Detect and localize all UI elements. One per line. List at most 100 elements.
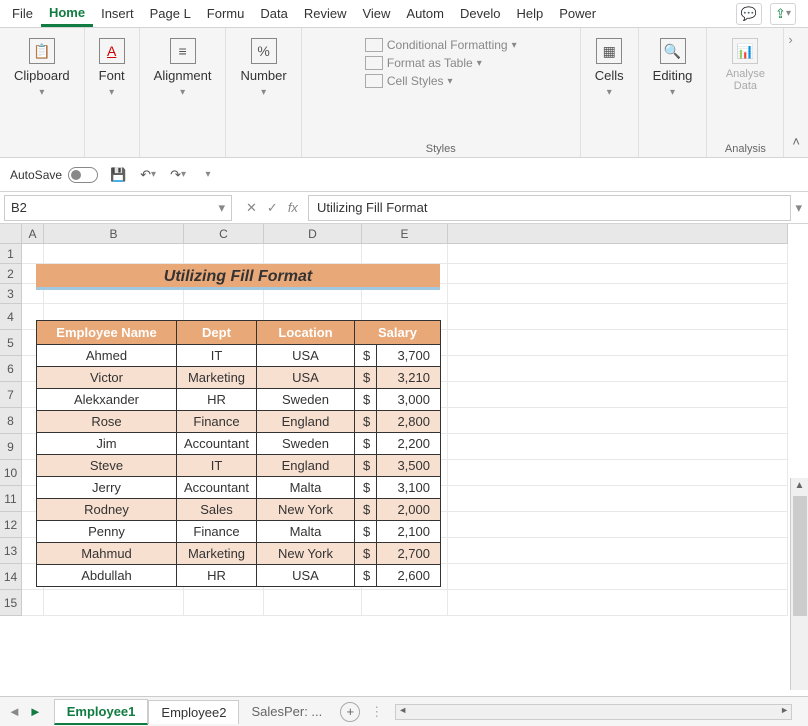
cell-dept[interactable]: HR [177,565,257,587]
cell-currency[interactable]: $ [355,565,377,587]
tab-developer[interactable]: Develo [452,2,508,25]
sheet-nav-next[interactable]: ► [29,704,42,719]
cell-name[interactable]: Alekxander [37,389,177,411]
col-header-d[interactable]: D [264,224,362,244]
tab-data[interactable]: Data [252,2,295,25]
row-header[interactable]: 15 [0,590,22,616]
editing-button[interactable]: 🔍 Editing ▾ [647,34,699,102]
name-box[interactable]: B2 ▾ [4,195,232,221]
cell-currency[interactable]: $ [355,345,377,367]
cell-name[interactable]: Abdullah [37,565,177,587]
tab-pagelayout[interactable]: Page L [142,2,199,25]
cell-name[interactable]: Jim [37,433,177,455]
cell-dept[interactable]: Sales [177,499,257,521]
table-row[interactable]: AbdullahHRUSA$2,600 [37,565,441,587]
cell-loc[interactable]: New York [257,499,355,521]
row-header[interactable]: 8 [0,408,22,434]
row-header[interactable]: 6 [0,356,22,382]
title-banner[interactable]: Utilizing Fill Format [36,264,440,290]
table-row[interactable]: VictorMarketingUSA$3,210 [37,367,441,389]
row-header[interactable]: 13 [0,538,22,564]
th-employee-name[interactable]: Employee Name [37,321,177,345]
select-all-button[interactable] [0,224,22,244]
undo-button[interactable]: ↶▾ [138,165,158,185]
cell-dept[interactable]: Marketing [177,543,257,565]
col-header-e[interactable]: E [362,224,448,244]
row-header[interactable]: 5 [0,330,22,356]
cell-currency[interactable]: $ [355,543,377,565]
cell-name[interactable]: Penny [37,521,177,543]
cells-button[interactable]: ▦ Cells ▾ [589,34,630,102]
analyse-data-button[interactable]: 📊 Analyse Data [715,34,775,96]
row-header[interactable]: 3 [0,284,22,304]
row-header[interactable]: 9 [0,434,22,460]
cell-salary[interactable]: 3,700 [377,345,441,367]
table-row[interactable]: PennyFinanceMalta$2,100 [37,521,441,543]
cell-loc[interactable]: Sweden [257,389,355,411]
cell-loc[interactable]: Sweden [257,433,355,455]
table-row[interactable]: JimAccountantSweden$2,200 [37,433,441,455]
cell-dept[interactable]: Finance [177,411,257,433]
cell-salary[interactable]: 2,100 [377,521,441,543]
ribbon-overflow-button[interactable]: › [788,32,804,47]
font-button[interactable]: A Font ▾ [93,34,131,102]
col-header-b[interactable]: B [44,224,184,244]
clipboard-button[interactable]: 📋 Clipboard ▾ [8,34,76,102]
comments-button[interactable]: 💬 [736,3,762,25]
cell-salary[interactable]: 3,000 [377,389,441,411]
cell-name[interactable]: Mahmud [37,543,177,565]
table-row[interactable]: AlekxanderHRSweden$3,000 [37,389,441,411]
th-location[interactable]: Location [257,321,355,345]
cell-loc[interactable]: England [257,455,355,477]
cell-name[interactable]: Jerry [37,477,177,499]
cell-currency[interactable]: $ [355,389,377,411]
cell-currency[interactable]: $ [355,477,377,499]
cell-salary[interactable]: 2,200 [377,433,441,455]
cell-loc[interactable]: USA [257,367,355,389]
vertical-scrollbar[interactable]: ▲ ▼ [790,478,808,690]
row-header[interactable]: 12 [0,512,22,538]
sheet-nav-prev[interactable]: ◄ [8,704,21,719]
tab-help[interactable]: Help [508,2,551,25]
cell-styles-button[interactable]: Cell Styles▾ [365,74,517,88]
cell-loc[interactable]: Malta [257,477,355,499]
table-row[interactable]: RodneySalesNew York$2,000 [37,499,441,521]
share-button[interactable]: ⇪▾ [770,3,796,25]
cell-name[interactable]: Ahmed [37,345,177,367]
cell-currency[interactable]: $ [355,455,377,477]
row-header[interactable]: 7 [0,382,22,408]
tab-view[interactable]: View [354,2,398,25]
cell-currency[interactable]: $ [355,411,377,433]
table-row[interactable]: AhmedITUSA$3,700 [37,345,441,367]
cell-salary[interactable]: 3,500 [377,455,441,477]
col-header-c[interactable]: C [184,224,264,244]
cell-dept[interactable]: HR [177,389,257,411]
row-header[interactable]: 10 [0,460,22,486]
table-row[interactable]: RoseFinanceEngland$2,800 [37,411,441,433]
cell-name[interactable]: Victor [37,367,177,389]
cell-currency[interactable]: $ [355,499,377,521]
cell-salary[interactable]: 2,600 [377,565,441,587]
cell-dept[interactable]: IT [177,345,257,367]
formula-input[interactable]: Utilizing Fill Format [308,195,792,221]
cell-loc[interactable]: USA [257,565,355,587]
qat-customize-button[interactable]: ▾ [198,165,218,185]
row-header[interactable]: 14 [0,564,22,590]
cell-salary[interactable]: 3,100 [377,477,441,499]
table-row[interactable]: SteveITEngland$3,500 [37,455,441,477]
tab-power[interactable]: Power [551,2,604,25]
row-header[interactable]: 11 [0,486,22,512]
autosave-toggle[interactable]: AutoSave [10,167,98,183]
row-header[interactable]: 2 [0,264,22,284]
horizontal-scrollbar[interactable] [395,704,792,720]
tab-automate[interactable]: Autom [398,2,452,25]
spreadsheet-grid[interactable]: A B C D E 123456789101112131415 Utilizin… [0,224,808,690]
number-button[interactable]: % Number ▾ [234,34,292,102]
sheet-tab-employee2[interactable]: Employee2 [148,700,239,724]
table-row[interactable]: MahmudMarketingNew York$2,700 [37,543,441,565]
expand-formula-bar-button[interactable]: ▾ [795,200,808,216]
tab-home[interactable]: Home [41,1,93,27]
cell-name[interactable]: Rose [37,411,177,433]
cell-dept[interactable]: Marketing [177,367,257,389]
cell-loc[interactable]: Malta [257,521,355,543]
